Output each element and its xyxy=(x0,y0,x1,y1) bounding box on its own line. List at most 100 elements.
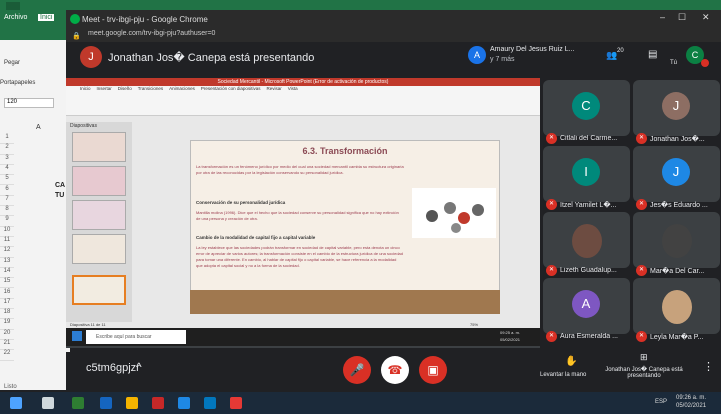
excel-row-number[interactable]: 12 xyxy=(0,247,14,258)
excel-row-number[interactable]: 16 xyxy=(0,289,14,299)
meeting-code[interactable]: c5tm6gpjzr xyxy=(86,362,140,374)
excel-row-number[interactable]: 21 xyxy=(0,340,14,351)
excel-row-number[interactable]: 2 xyxy=(0,144,14,155)
excel-tab-file[interactable]: Archivo xyxy=(4,14,27,21)
excel-row-number[interactable]: 7 xyxy=(0,196,14,207)
excel-row-number[interactable]: 10 xyxy=(0,227,14,237)
excel-save-icon[interactable] xyxy=(6,2,20,10)
participant-avatar xyxy=(662,224,692,258)
edge-icon[interactable] xyxy=(204,397,216,409)
shared-windows-icon xyxy=(72,331,82,341)
participants-icon[interactable]: 👥 xyxy=(606,50,617,61)
excel-row-number[interactable]: 6 xyxy=(0,186,14,196)
excel-row-number[interactable]: 17 xyxy=(0,299,14,310)
shared-date: 05/02/2021 xyxy=(500,337,521,342)
ppt-tab[interactable]: Inicio xyxy=(80,86,91,91)
participant-avatar: A xyxy=(572,290,600,318)
microphone-off-icon[interactable]: 🎤 xyxy=(343,356,371,384)
app-icon[interactable] xyxy=(230,397,242,409)
slide-thumbnail[interactable] xyxy=(72,200,126,230)
mic-off-icon: ✕ xyxy=(636,265,647,276)
excel-row-number[interactable]: 5 xyxy=(0,175,14,186)
excel-row-number[interactable]: 3 xyxy=(0,155,14,165)
mic-off-icon: ✕ xyxy=(636,199,647,210)
ppt-tab[interactable]: Insertar xyxy=(97,86,112,91)
more-options-icon[interactable]: ⋮ xyxy=(703,360,714,373)
excel-row-number[interactable]: 20 xyxy=(0,330,14,340)
camera-off-icon[interactable]: ▣ xyxy=(419,356,447,384)
close-icon[interactable]: ✕ xyxy=(702,12,710,23)
participant-name: Leyla Mar�a P... xyxy=(650,334,704,341)
zoom-level[interactable]: 75% xyxy=(470,322,478,327)
excel-name-box[interactable]: 120 xyxy=(4,98,54,108)
excel-row-number[interactable]: 19 xyxy=(0,319,14,330)
ppt-tab[interactable]: Transiciones xyxy=(138,86,163,91)
window-title: Meet - trv-ibgi-pju - Google Chrome xyxy=(82,15,208,24)
slide-thumbnail-active[interactable] xyxy=(72,275,126,305)
address-bar[interactable]: meet.google.com/trv-ibgi-pju?authuser=0 xyxy=(66,30,721,42)
participant-name: Aura Esmeralda ... xyxy=(560,333,618,340)
excel-row-number[interactable]: 11 xyxy=(0,237,14,248)
ppt-tabs: Inicio Insertar Diseño Transiciones Animacio… xyxy=(80,86,298,91)
participant-avatar: C xyxy=(572,92,600,120)
participant-avatar: J xyxy=(662,92,690,120)
excel-row-number[interactable]: 14 xyxy=(0,268,14,279)
chevron-up-icon[interactable]: ^ xyxy=(136,360,142,374)
presenting-label[interactable]: Jonathan Jos� Canepa está presentando xyxy=(604,366,684,379)
excel-paste-label[interactable]: Pegar xyxy=(4,60,20,66)
shared-time: 09:25 a. m. xyxy=(500,330,521,335)
slide-thumbnail[interactable] xyxy=(72,166,126,196)
excel-row-number[interactable]: 13 xyxy=(0,258,14,268)
raise-hand-icon[interactable]: ✋ xyxy=(565,356,577,367)
end-call-button[interactable]: ☎ xyxy=(381,356,409,384)
start-icon[interactable] xyxy=(10,397,22,409)
excel-row-number[interactable]: 15 xyxy=(0,278,14,289)
excel-row-number[interactable]: 4 xyxy=(0,165,14,176)
clock-date[interactable]: 05/02/2021 xyxy=(676,403,706,409)
excel-row-number[interactable]: 18 xyxy=(0,309,14,320)
participant-name: Itzel Yamilet L�... xyxy=(560,202,617,209)
language-indicator[interactable]: ESP xyxy=(655,399,667,405)
minimize-icon[interactable]: – xyxy=(660,12,665,22)
excel-row-number[interactable]: 9 xyxy=(0,216,14,227)
raise-hand-label[interactable]: Levantar la mano xyxy=(540,372,586,378)
slide-thumbnail[interactable] xyxy=(72,234,126,264)
slide-title: 6.3. Transformación xyxy=(302,146,388,156)
excel-row-number[interactable]: 8 xyxy=(0,206,14,217)
excel-cell[interactable]: TU xyxy=(55,192,64,199)
excel-row-number[interactable]: 1 xyxy=(0,134,14,145)
ppt-tab[interactable]: Presentación con diapositivas xyxy=(201,86,261,91)
self-label: Tú xyxy=(670,60,678,66)
slide-thumbnail[interactable] xyxy=(72,132,126,162)
present-icon[interactable]: ⊞ xyxy=(640,352,648,363)
participant-name: Lizeth Guadalup... xyxy=(560,267,617,274)
lock-icon: 🔒 xyxy=(72,33,81,40)
slide-status: Diapositiva 11 de 11 xyxy=(70,322,106,327)
excel-row-number[interactable]: 22 xyxy=(0,350,14,361)
participant-avatar xyxy=(572,224,602,258)
clock-time[interactable]: 09:26 a. m. xyxy=(676,395,706,401)
ppt-tab[interactable]: Animaciones xyxy=(169,86,195,91)
mic-off-icon: ✕ xyxy=(546,331,557,342)
excel-icon[interactable] xyxy=(72,397,84,409)
chrome-icon[interactable] xyxy=(126,397,138,409)
participant-name: Jonathan Jos�... xyxy=(650,136,705,143)
mic-off-icon: ✕ xyxy=(636,331,647,342)
ppt-tab[interactable]: Diseño xyxy=(118,86,132,91)
self-mic-off-icon xyxy=(701,59,709,67)
excel-tab-home[interactable]: Inici xyxy=(38,14,55,21)
store-icon[interactable] xyxy=(178,397,190,409)
top-user-name: Amaury Del Jesus Ruiz L... xyxy=(490,46,575,53)
powerpoint-icon[interactable] xyxy=(152,397,164,409)
mic-off-icon: ✕ xyxy=(546,265,557,276)
chat-icon[interactable]: ▤ xyxy=(648,49,657,60)
participant-name: Jes�s Eduardo ... xyxy=(650,202,708,209)
explorer-icon[interactable] xyxy=(42,397,54,409)
slides-tab[interactable]: Diapositivas xyxy=(70,123,97,129)
word-icon[interactable] xyxy=(100,397,112,409)
excel-cell[interactable]: CA xyxy=(55,182,65,189)
slide-paragraph-2: La ley establece que las sociedades podr… xyxy=(196,245,403,268)
ppt-tab[interactable]: Revisar xyxy=(266,86,281,91)
ppt-tab[interactable]: Vista xyxy=(288,86,298,91)
maximize-icon[interactable]: ☐ xyxy=(678,12,686,23)
